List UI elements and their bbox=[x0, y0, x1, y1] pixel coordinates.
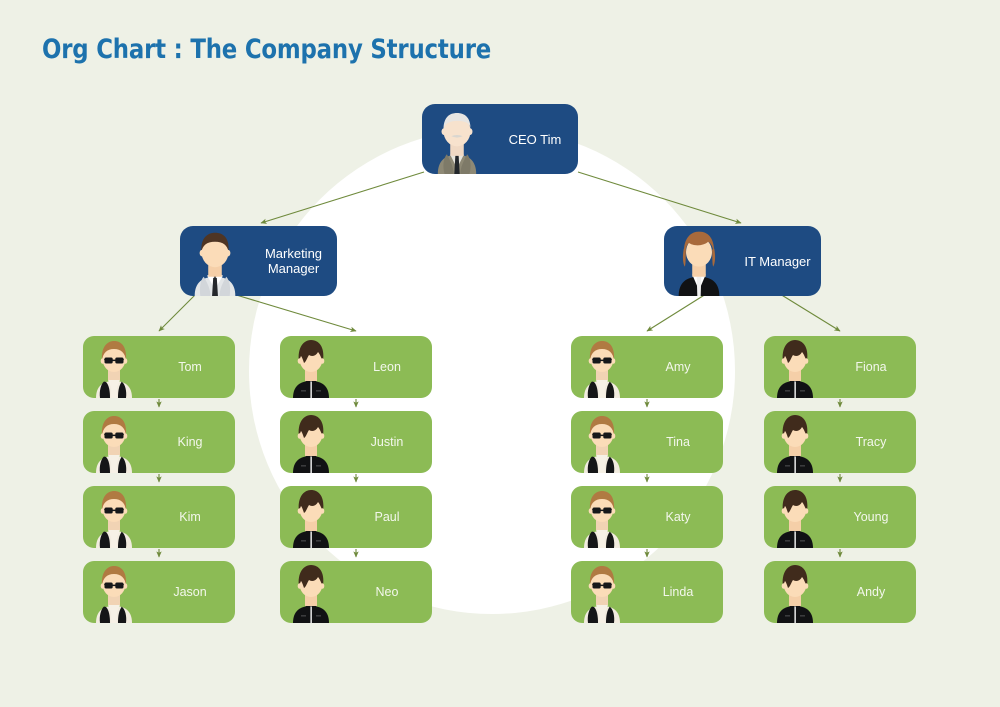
woman-black-jacket-avatar bbox=[664, 226, 734, 296]
org-node-label: CEO Tim bbox=[508, 131, 562, 147]
org-node-label-line1: Marketing bbox=[264, 246, 323, 261]
person-glasses-vest-avatar bbox=[83, 411, 145, 473]
org-node-label: Andy bbox=[856, 584, 886, 599]
org-node-it-manager[interactable]: IT Manager bbox=[664, 226, 821, 296]
person-spiky-hair-jacket-avatar bbox=[280, 411, 342, 473]
page-title: Org Chart : The Company Structure bbox=[42, 34, 492, 65]
person-glasses-vest-avatar bbox=[83, 486, 145, 548]
org-node-leon[interactable]: Leon bbox=[280, 336, 432, 398]
org-node-ceo[interactable]: CEO Tim bbox=[422, 104, 578, 174]
man-shirt-tie-avatar bbox=[180, 226, 250, 296]
org-node-label-line2: Manager bbox=[267, 261, 320, 276]
person-glasses-vest-avatar bbox=[571, 486, 633, 548]
org-node-marketing-manager[interactable]: Marketing Manager bbox=[180, 226, 337, 296]
org-node-label: Tina bbox=[666, 434, 690, 449]
person-spiky-hair-jacket-avatar bbox=[764, 411, 826, 473]
person-glasses-vest-avatar bbox=[571, 561, 633, 623]
person-glasses-vest-avatar bbox=[83, 336, 145, 398]
org-node-label: Neo bbox=[375, 584, 399, 599]
person-glasses-vest-avatar bbox=[571, 411, 633, 473]
org-node-tina[interactable]: Tina bbox=[571, 411, 723, 473]
senior-man-suit-avatar bbox=[422, 104, 492, 174]
person-spiky-hair-jacket-avatar bbox=[764, 336, 826, 398]
person-spiky-hair-jacket-avatar bbox=[764, 561, 826, 623]
org-node-young[interactable]: Young bbox=[764, 486, 916, 548]
person-glasses-vest-avatar bbox=[83, 561, 145, 623]
org-node-label: Young bbox=[853, 509, 889, 524]
org-node-label: Amy bbox=[665, 359, 691, 374]
org-chart-canvas: Org Chart : The Company Structure CEO Ti… bbox=[0, 0, 1000, 707]
person-glasses-vest-avatar bbox=[571, 336, 633, 398]
org-node-label: IT Manager bbox=[744, 253, 811, 269]
org-node-justin[interactable]: Justin bbox=[280, 411, 432, 473]
org-node-label: Tom bbox=[178, 359, 202, 374]
org-node-neo[interactable]: Neo bbox=[280, 561, 432, 623]
org-node-label: Leon bbox=[373, 359, 401, 374]
person-spiky-hair-jacket-avatar bbox=[280, 561, 342, 623]
person-spiky-hair-jacket-avatar bbox=[280, 336, 342, 398]
person-spiky-hair-jacket-avatar bbox=[280, 486, 342, 548]
org-node-paul[interactable]: Paul bbox=[280, 486, 432, 548]
org-node-label: Marketing Manager bbox=[250, 246, 337, 276]
org-node-label: Jason bbox=[173, 584, 207, 599]
org-node-andy[interactable]: Andy bbox=[764, 561, 916, 623]
org-node-amy[interactable]: Amy bbox=[571, 336, 723, 398]
org-node-kim[interactable]: Kim bbox=[83, 486, 235, 548]
org-node-fiona[interactable]: Fiona bbox=[764, 336, 916, 398]
org-node-label: Paul bbox=[374, 509, 400, 524]
org-node-label: King bbox=[177, 434, 203, 449]
org-node-jason[interactable]: Jason bbox=[83, 561, 235, 623]
org-node-label: Justin bbox=[370, 434, 404, 449]
org-node-katy[interactable]: Katy bbox=[571, 486, 723, 548]
person-spiky-hair-jacket-avatar bbox=[764, 486, 826, 548]
org-node-tracy[interactable]: Tracy bbox=[764, 411, 916, 473]
org-node-label: Katy bbox=[665, 509, 691, 524]
org-node-linda[interactable]: Linda bbox=[571, 561, 723, 623]
org-node-king[interactable]: King bbox=[83, 411, 235, 473]
org-node-label: Kim bbox=[179, 509, 201, 524]
org-node-label: Linda bbox=[662, 584, 694, 599]
org-node-label: Fiona bbox=[855, 359, 887, 374]
org-node-tom[interactable]: Tom bbox=[83, 336, 235, 398]
org-node-label: Tracy bbox=[855, 434, 887, 449]
